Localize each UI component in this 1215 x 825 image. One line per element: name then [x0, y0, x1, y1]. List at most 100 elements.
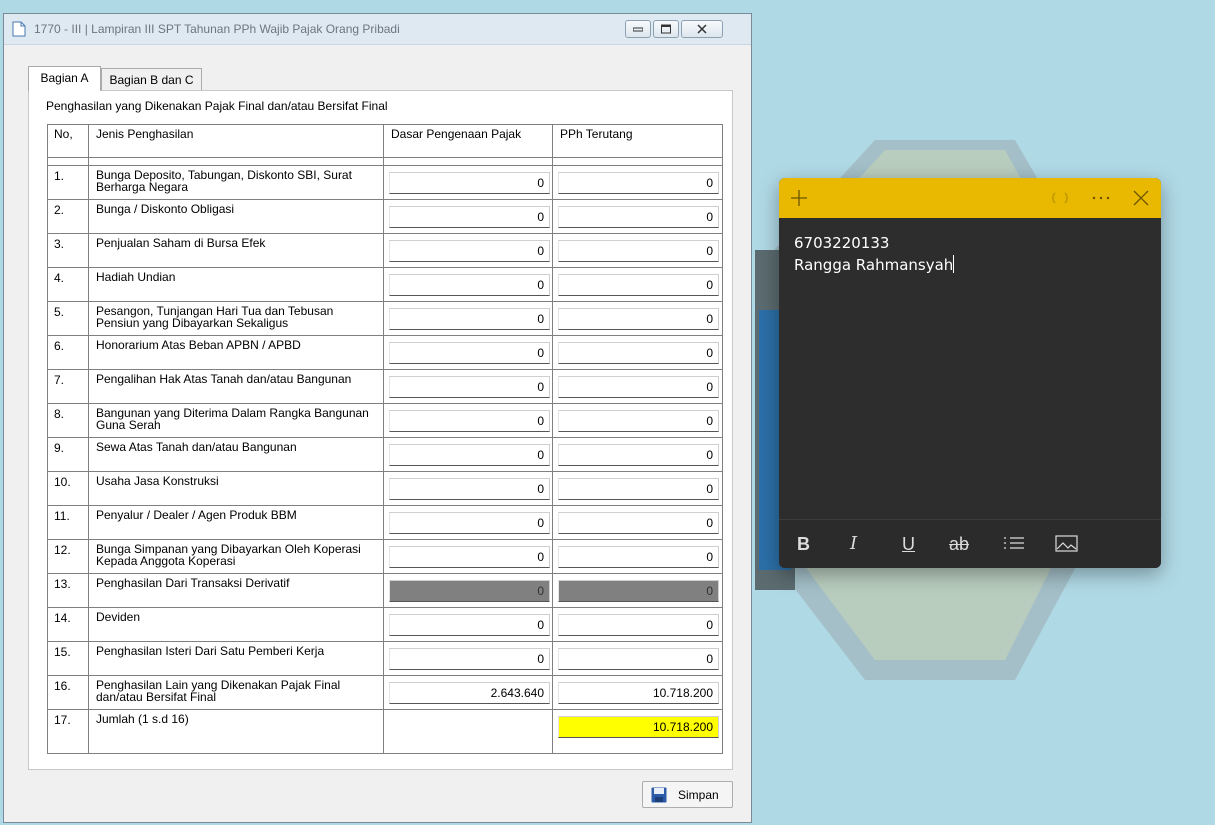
dasar-pengenaan-pajak-field[interactable]: 2.643.640	[389, 682, 550, 704]
row-number: 9.	[54, 441, 65, 455]
pph-terutang-field[interactable]: 10.718.200	[558, 682, 719, 704]
row-number: 6.	[54, 339, 65, 353]
pph-terutang-field[interactable]: 0	[558, 376, 719, 398]
column-divider	[552, 125, 553, 753]
pph-terutang-field[interactable]: 0	[558, 342, 719, 364]
row-divider	[48, 471, 722, 472]
pph-terutang-field: 0	[558, 580, 719, 602]
income-type-label: Penghasilan Isteri Dari Satu Pemberi Ker…	[96, 644, 325, 658]
underline-button[interactable]: U	[902, 534, 915, 554]
income-type-label: Sewa Atas Tanah dan/atau Bangunan	[96, 440, 297, 454]
more-options-icon[interactable]	[1090, 188, 1112, 208]
row-number: 17.	[54, 713, 71, 727]
floppy-disk-icon	[651, 787, 667, 803]
pph-terutang-field[interactable]: 0	[558, 240, 719, 262]
pph-terutang-field[interactable]: 0	[558, 478, 719, 500]
pph-terutang-field[interactable]: 0	[558, 444, 719, 466]
row-divider	[48, 607, 722, 608]
dasar-pengenaan-pajak-field[interactable]: 0	[389, 478, 550, 500]
income-table: No, Jenis Penghasilan Dasar Pengenaan Pa…	[47, 124, 723, 754]
income-type-label: Penjualan Saham di Bursa Efek	[96, 236, 266, 250]
tab-bagian-a[interactable]: Bagian A	[28, 66, 101, 91]
sticky-note-text[interactable]: 6703220133 Rangga Rahmansyah	[794, 232, 955, 276]
italic-button[interactable]: I	[850, 534, 857, 554]
row-number: 4.	[54, 271, 65, 285]
maximize-icon	[661, 24, 671, 34]
income-type-label: Pesangon, Tunjangan Hari Tua dan Tebusan…	[96, 304, 334, 330]
sticky-note-header[interactable]	[779, 178, 1161, 218]
income-type-label: Bunga Deposito, Tabungan, Diskonto SBI, …	[96, 168, 352, 194]
close-note-icon[interactable]	[1131, 188, 1151, 208]
income-type-label: Penghasilan Lain yang Dikenakan Pajak Fi…	[96, 678, 341, 704]
simpan-label: Simpan	[678, 788, 719, 802]
window-title: 1770 - III | Lampiran III SPT Tahunan PP…	[34, 22, 400, 36]
row-divider	[48, 157, 722, 158]
dasar-pengenaan-pajak-field[interactable]: 0	[389, 410, 550, 432]
row-number: 8.	[54, 407, 65, 421]
header-no: No,	[54, 127, 73, 141]
bold-button[interactable]: B	[797, 534, 810, 554]
income-type-label: Honorarium Atas Beban APBN / APBD	[96, 338, 301, 352]
dasar-pengenaan-pajak-field[interactable]: 0	[389, 512, 550, 534]
text-caret	[953, 255, 955, 273]
row-divider	[48, 675, 722, 676]
sync-icon[interactable]	[1049, 188, 1071, 208]
simpan-button[interactable]: Simpan	[642, 781, 733, 808]
bullet-list-icon[interactable]	[1003, 536, 1025, 552]
income-type-label: Penyalur / Dealer / Agen Produk BBM	[96, 508, 297, 522]
income-type-label: Deviden	[96, 610, 141, 624]
income-type-label: Penghasilan Dari Transaksi Derivatif	[96, 576, 290, 590]
row-number: 13.	[54, 577, 71, 591]
new-note-plus-icon[interactable]	[789, 188, 809, 208]
pph-terutang-field[interactable]: 0	[558, 512, 719, 534]
close-button[interactable]	[681, 20, 723, 38]
dasar-pengenaan-pajak-field[interactable]: 0	[389, 444, 550, 466]
formatting-toolbar: B I U ab	[779, 519, 1161, 568]
minimize-button[interactable]	[625, 20, 651, 38]
row-divider	[48, 199, 722, 200]
note-line-2: Rangga Rahmansyah	[794, 256, 954, 274]
row-divider	[48, 165, 722, 166]
pph-terutang-field[interactable]: 0	[558, 172, 719, 194]
dasar-pengenaan-pajak-field[interactable]: 0	[389, 376, 550, 398]
pph-terutang-field[interactable]: 0	[558, 614, 719, 636]
dasar-pengenaan-pajak-field[interactable]: 0	[389, 648, 550, 670]
insert-image-icon[interactable]	[1055, 535, 1079, 553]
row-number: 10.	[54, 475, 71, 489]
row-number: 11.	[54, 509, 70, 523]
dasar-pengenaan-pajak-field[interactable]: 0	[389, 206, 550, 228]
pph-terutang-field[interactable]: 0	[558, 410, 719, 432]
dasar-pengenaan-pajak-field[interactable]: 0	[389, 240, 550, 262]
pph-terutang-field[interactable]: 0	[558, 308, 719, 330]
row-divider	[48, 641, 722, 642]
row-divider	[48, 335, 722, 336]
row-divider	[48, 437, 722, 438]
maximize-button[interactable]	[653, 20, 679, 38]
strikethrough-button[interactable]: ab	[949, 534, 969, 554]
dasar-pengenaan-pajak-field[interactable]: 0	[389, 546, 550, 568]
pph-terutang-field[interactable]: 0	[558, 648, 719, 670]
title-bar[interactable]: 1770 - III | Lampiran III SPT Tahunan PP…	[4, 14, 751, 45]
row-number: 15.	[54, 645, 71, 659]
income-type-label: Jumlah (1 s.d 16)	[96, 712, 189, 726]
dasar-pengenaan-pajak-field[interactable]: 0	[389, 308, 550, 330]
row-divider	[48, 369, 722, 370]
row-number: 3.	[54, 237, 65, 251]
row-divider	[48, 505, 722, 506]
income-type-label: Hadiah Undian	[96, 270, 176, 284]
pph-terutang-field[interactable]: 0	[558, 546, 719, 568]
lampiran-iii-window: 1770 - III | Lampiran III SPT Tahunan PP…	[3, 13, 752, 823]
section-title: Penghasilan yang Dikenakan Pajak Final d…	[46, 99, 388, 113]
pph-terutang-field[interactable]: 0	[558, 274, 719, 296]
row-divider	[48, 267, 722, 268]
row-number: 1.	[54, 169, 65, 183]
income-type-label: Usaha Jasa Konstruksi	[96, 474, 219, 488]
dasar-pengenaan-pajak-field[interactable]: 0	[389, 274, 550, 296]
header-dasar-pengenaan-pajak: Dasar Pengenaan Pajak	[391, 127, 522, 141]
tab-bagian-b-dan-c[interactable]: Bagian B dan C	[101, 68, 202, 90]
dasar-pengenaan-pajak-field[interactable]: 0	[389, 342, 550, 364]
income-type-label: Pengalihan Hak Atas Tanah dan/atau Bangu…	[96, 372, 352, 386]
pph-terutang-field[interactable]: 0	[558, 206, 719, 228]
dasar-pengenaan-pajak-field[interactable]: 0	[389, 614, 550, 636]
dasar-pengenaan-pajak-field[interactable]: 0	[389, 172, 550, 194]
